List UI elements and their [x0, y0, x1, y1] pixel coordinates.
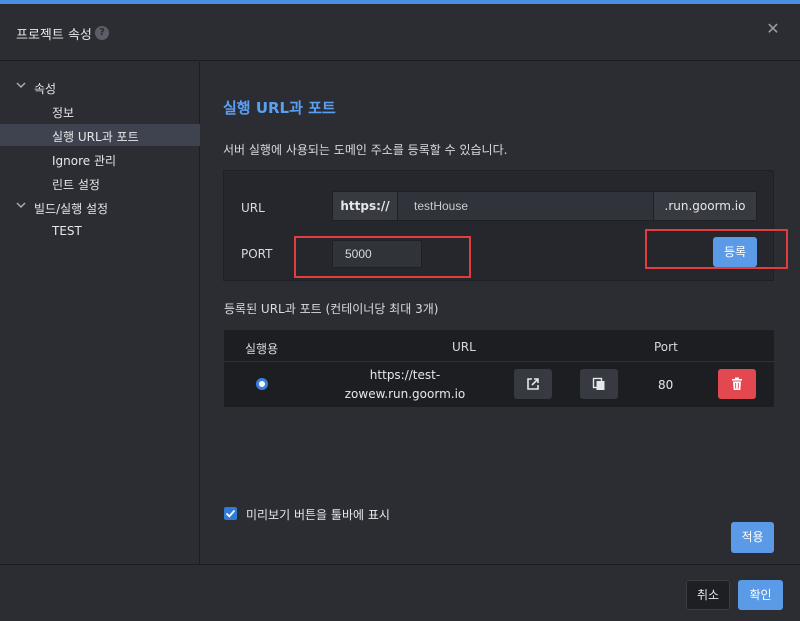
- cancel-button[interactable]: 취소: [686, 580, 730, 610]
- registered-url-table: 실행용 URL Port https://test- zowew.run.goo…: [224, 330, 774, 407]
- chevron-down-icon: [16, 79, 26, 89]
- row-url-line: https://test-: [369, 368, 441, 382]
- sidebar-item-ignore[interactable]: Ignore 관리: [0, 148, 200, 170]
- checkmark-icon: [225, 509, 236, 518]
- url-input-group: https:// testHouse .run.goorm.io: [332, 191, 757, 221]
- apply-button[interactable]: 적용: [731, 522, 774, 553]
- chevron-down-icon: [16, 199, 26, 209]
- sidebar-item-label: 정보: [52, 106, 75, 120]
- highlight-box-register: [645, 229, 788, 269]
- page-description: 서버 실행에 사용되는 도메인 주소를 등록할 수 있습니다.: [223, 143, 508, 157]
- url-domain-suffix: .run.goorm.io: [654, 191, 757, 221]
- sidebar-item-label: Ignore 관리: [52, 154, 117, 168]
- sidebar-item-lint[interactable]: 린트 설정: [0, 172, 200, 194]
- external-link-icon: [527, 378, 539, 390]
- page-title: 실행 URL과 포트: [223, 99, 336, 117]
- url-label: URL: [241, 201, 265, 215]
- sidebar-group-label: 속성: [34, 82, 57, 96]
- highlight-box-port: [294, 236, 471, 278]
- row-url-line: zowew.run.goorm.io: [344, 387, 466, 401]
- delete-button[interactable]: [718, 369, 756, 399]
- column-header-run: 실행용: [245, 342, 279, 356]
- sidebar-item-label: TEST: [52, 224, 82, 238]
- settings-sidebar: 속성 정보 실행 URL과 포트 Ignore 관리 린트 설정 빌드/실행 설…: [0, 62, 200, 564]
- dialog-footer: 취소 확인: [0, 564, 800, 621]
- dialog-title: 프로젝트 속성: [16, 28, 92, 43]
- url-subdomain-input[interactable]: testHouse: [398, 191, 654, 221]
- copy-icon: [592, 377, 605, 390]
- sidebar-group-label: 빌드/실행 설정: [34, 202, 109, 216]
- close-icon[interactable]: ✕: [766, 21, 780, 37]
- registered-list-title: 등록된 URL과 포트 (컨테이너당 최대 3개): [224, 302, 439, 316]
- project-properties-dialog: 프로젝트 속성 ? ✕ 속성 정보 실행 URL과 포트 Ignore 관리 린…: [0, 4, 800, 621]
- run-radio-button[interactable]: [256, 378, 268, 390]
- port-label: PORT: [241, 247, 273, 261]
- url-protocol-prefix: https://: [332, 191, 398, 221]
- open-link-button[interactable]: [514, 369, 552, 399]
- column-header-port: Port: [654, 340, 678, 354]
- confirm-button[interactable]: 확인: [738, 580, 783, 610]
- table-header-divider: [224, 361, 774, 362]
- trash-icon: [732, 377, 742, 390]
- row-url: https://test- zowew.run.goorm.io: [335, 366, 475, 404]
- dialog-header: 프로젝트 속성 ? ✕: [0, 4, 800, 61]
- preview-checkbox-label: 미리보기 버튼을 툴바에 표시: [246, 508, 390, 522]
- sidebar-group-properties[interactable]: 속성: [0, 76, 200, 98]
- sidebar-item-info[interactable]: 정보: [0, 100, 200, 122]
- preview-checkbox[interactable]: [224, 507, 237, 520]
- sidebar-item-label: 린트 설정: [52, 178, 100, 192]
- copy-url-button[interactable]: [580, 369, 618, 399]
- sidebar-item-run-url-port[interactable]: 실행 URL과 포트: [0, 124, 200, 146]
- sidebar-group-build-run[interactable]: 빌드/실행 설정: [0, 196, 200, 218]
- sidebar-item-test[interactable]: TEST: [0, 220, 200, 242]
- main-content: 실행 URL과 포트 서버 실행에 사용되는 도메인 주소를 등록할 수 있습니…: [201, 62, 800, 564]
- column-header-url: URL: [452, 340, 476, 354]
- help-icon[interactable]: ?: [95, 26, 109, 40]
- row-port: 80: [658, 378, 674, 392]
- sidebar-item-label: 실행 URL과 포트: [52, 130, 139, 144]
